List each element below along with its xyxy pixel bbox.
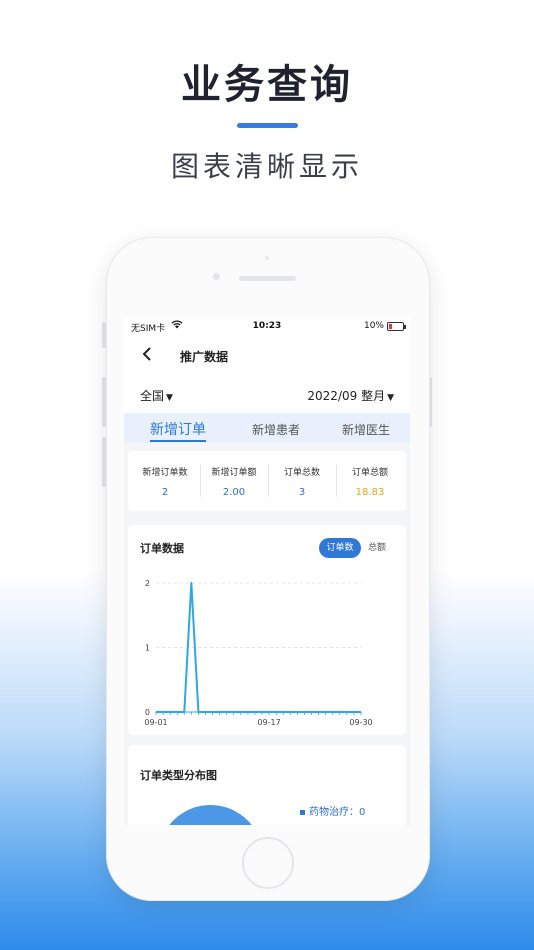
pie-chart (158, 805, 263, 825)
stat-value: 2.00 (222, 487, 246, 498)
promo-subline: 图表清晰显示 (170, 150, 363, 183)
x-tick-label: 09-30 (349, 718, 372, 727)
tab-bar: 新增订单 新增患者 新增医生 (124, 413, 410, 443)
tab-new-patients[interactable]: 新增患者 (252, 421, 300, 438)
chevron-left-icon[interactable] (141, 346, 153, 367)
tab-new-orders[interactable]: 新增订单 (150, 419, 206, 439)
order-line-chart: 0 1 2 09-01 09-17 09-30 (144, 579, 372, 727)
legend-label: 药物治疗：0 (309, 807, 366, 818)
stat-label: 新增订单数 (142, 468, 188, 478)
legend-swatch (300, 809, 305, 815)
x-tick-label: 09-17 (257, 718, 280, 727)
nav-bar: 推广数据 (124, 337, 410, 375)
promo-headline: 业务查询 (181, 62, 353, 108)
phone-sensor (265, 256, 269, 260)
period-selector[interactable]: 2022/09 整月 ▼ (307, 387, 394, 404)
order-type-card: 订单类型分布图 药物治疗：0 (128, 745, 406, 825)
stat-label: 订单总数 (283, 468, 320, 478)
battery-icon (387, 322, 406, 331)
region-selector[interactable]: 全国 ▼ (140, 387, 173, 404)
earpiece-speaker (239, 276, 296, 281)
y-tick-label: 1 (145, 644, 150, 653)
y-tick-label: 2 (145, 579, 150, 588)
stat-new-order-amount: 新增订单额 2.00 (200, 451, 268, 511)
order-data-card: 订单数据 订单数 总额 0 1 2 09-01 09-17 09-30 (128, 525, 406, 735)
filter-bar: 全国 ▼ 2022/09 整月 ▼ (124, 375, 410, 413)
status-bar: 无SIM卡 10:23 10% (124, 317, 410, 337)
period-label: 2022/09 整月 (307, 389, 386, 403)
front-camera (213, 273, 220, 280)
battery-percent: 10% (363, 321, 384, 331)
stat-label: 新增订单额 (211, 468, 257, 478)
stat-value: 3 (298, 487, 306, 498)
active-tab-indicator (150, 440, 206, 442)
caret-down-icon: ▼ (166, 393, 173, 403)
y-tick-label: 0 (145, 708, 150, 717)
stat-value: 2 (161, 487, 169, 498)
home-button[interactable] (242, 837, 294, 889)
caret-down-icon: ▼ (387, 393, 394, 403)
page-title: 推广数据 (180, 350, 229, 364)
region-label: 全国 (140, 389, 165, 403)
legend-item: 药物治疗：0 (300, 803, 365, 818)
headline-accent-bar (237, 123, 298, 128)
stat-total-amount: 订单总额 18.83 (336, 451, 404, 511)
tab-new-doctors[interactable]: 新增医生 (342, 421, 390, 438)
stat-label: 订单总额 (351, 468, 388, 478)
x-tick-label: 09-01 (144, 718, 167, 727)
phone-screen: 无SIM卡 10:23 10% 推广数据 全国 ▼ 2022/09 整月 ▼ 新增订… (124, 317, 410, 825)
stat-value: 18.83 (355, 487, 385, 498)
card-title: 订单类型分布图 (140, 769, 217, 782)
stat-total-orders: 订单总数 3 (268, 451, 336, 511)
stats-panel: 新增订单数 2 新增订单额 2.00 订单总数 3 订单总额 18.83 (128, 451, 406, 511)
stat-new-order-count: 新增订单数 2 (131, 451, 199, 511)
